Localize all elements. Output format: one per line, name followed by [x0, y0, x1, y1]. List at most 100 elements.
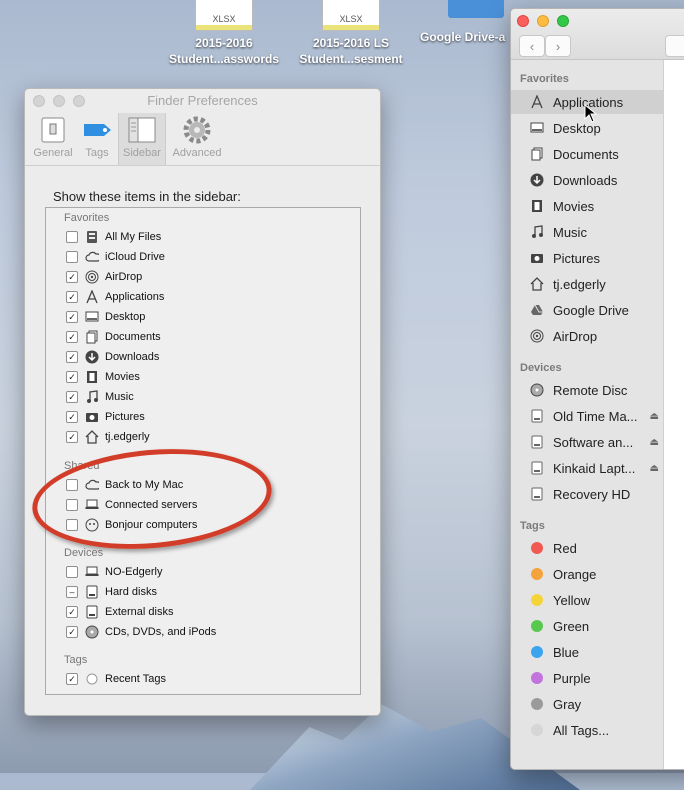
tag-color-dot-icon: [527, 542, 547, 554]
zoom-button[interactable]: [73, 95, 85, 107]
prefs-toolbar: General Tags Sidebar Advanced: [25, 113, 380, 166]
checkbox[interactable]: ✓: [66, 311, 78, 323]
sidebar-item-purple[interactable]: Purple: [511, 666, 663, 690]
pref-row-recent-tags[interactable]: ✓ Recent Tags: [66, 669, 166, 689]
sidebar-item-downloads[interactable]: Downloads: [511, 168, 663, 192]
tag-color-dot-icon: [527, 568, 547, 580]
eject-icon[interactable]: ⏏: [650, 463, 659, 474]
sidebar-item-google-drive[interactable]: Google Drive: [511, 298, 663, 322]
documents-icon: [85, 330, 99, 344]
tab-advanced[interactable]: Advanced: [167, 113, 227, 165]
pref-row-tj-edgerly[interactable]: ✓ tj.edgerly: [66, 427, 150, 447]
sidebar-item-blue[interactable]: Blue: [511, 640, 663, 664]
checkbox[interactable]: [66, 566, 78, 578]
pref-row-no-edgerly[interactable]: NO-Edgerly: [66, 562, 162, 582]
pref-row-icloud-drive[interactable]: iCloud Drive: [66, 247, 165, 267]
sidebar-item-remote-disc[interactable]: Remote Disc: [511, 378, 663, 402]
pref-row-label: Recent Tags: [105, 673, 166, 685]
downloads-icon: [85, 350, 99, 364]
minimize-button[interactable]: [53, 95, 65, 107]
sidebar-item-pictures[interactable]: Pictures: [511, 246, 663, 270]
google-drive-folder-label[interactable]: Google Drive-a: [420, 30, 505, 44]
pref-row-label: Pictures: [105, 411, 145, 423]
pref-row-applications[interactable]: ✓ Applications: [66, 287, 164, 307]
applications-icon: [527, 95, 547, 109]
checkbox[interactable]: [66, 231, 78, 243]
finder-sidebar: Favorites Applications Desktop Documents Do…: [511, 60, 664, 769]
checkbox[interactable]: ✓: [66, 371, 78, 383]
forward-button[interactable]: ›: [545, 35, 571, 57]
sidebar-item-all-tags[interactable]: All Tags...: [511, 718, 663, 742]
checkbox[interactable]: –: [66, 586, 78, 598]
tab-tags[interactable]: Tags: [77, 113, 117, 165]
pref-row-documents[interactable]: ✓ Documents: [66, 327, 161, 347]
pref-row-label: Music: [105, 391, 134, 403]
finder-titlebar[interactable]: ‹ ›: [511, 9, 684, 60]
pref-row-music[interactable]: ✓ Music: [66, 387, 134, 407]
sidebar-item-label: Documents: [553, 146, 619, 162]
pref-row-external-disks[interactable]: ✓ External disks: [66, 602, 173, 622]
sidebar-item-label: Movies: [553, 198, 595, 214]
eject-icon[interactable]: ⏏: [650, 411, 659, 422]
airdrop-icon: [527, 329, 547, 343]
sidebar-item-software-an[interactable]: Software an... ⏏: [511, 430, 663, 454]
tab-sidebar[interactable]: Sidebar: [118, 113, 166, 165]
sidebar-item-label: Red: [553, 540, 577, 556]
sidebar-item-green[interactable]: Green: [511, 614, 663, 638]
pref-row-cds-dvds-and-ipods[interactable]: ✓ CDs, DVDs, and iPods: [66, 622, 216, 642]
pref-row-hard-disks[interactable]: – Hard disks: [66, 582, 157, 602]
desktop-file-1[interactable]: XLSX 2015-2016 Student...asswords: [164, 0, 284, 67]
pref-row-downloads[interactable]: ✓ Downloads: [66, 347, 159, 367]
sidebar-item-gray[interactable]: Gray: [511, 692, 663, 716]
checkbox[interactable]: ✓: [66, 391, 78, 403]
checkbox[interactable]: ✓: [66, 606, 78, 618]
checkbox[interactable]: ✓: [66, 673, 78, 685]
sidebar-item-music[interactable]: Music: [511, 220, 663, 244]
sidebar-item-tj-edgerly[interactable]: tj.edgerly: [511, 272, 663, 296]
sidebar-item-old-time-ma[interactable]: Old Time Ma... ⏏: [511, 404, 663, 428]
sidebar-item-kinkaid-lapt[interactable]: Kinkaid Lapt... ⏏: [511, 456, 663, 480]
pref-row-all-my-files[interactable]: All My Files: [66, 227, 161, 247]
pref-row-airdrop[interactable]: ✓ AirDrop: [66, 267, 142, 287]
checkbox[interactable]: ✓: [66, 411, 78, 423]
sidebar-item-documents[interactable]: Documents: [511, 142, 663, 166]
checkbox[interactable]: ✓: [66, 331, 78, 343]
finder-content-area[interactable]: [664, 60, 684, 769]
back-button[interactable]: ‹: [519, 35, 545, 57]
minimize-button[interactable]: [537, 15, 549, 27]
sidebar-item-airdrop[interactable]: AirDrop: [511, 324, 663, 348]
tag-color-dot-icon: [527, 594, 547, 606]
close-button[interactable]: [517, 15, 529, 27]
zoom-button[interactable]: [557, 15, 569, 27]
sidebar-item-label: Downloads: [553, 172, 618, 188]
file-name-line1: 2015-2016: [195, 36, 253, 50]
sidebar-item-orange[interactable]: Orange: [511, 562, 663, 586]
google-drive-folder-icon[interactable]: [448, 0, 504, 18]
checkbox[interactable]: [66, 251, 78, 263]
checkbox[interactable]: ✓: [66, 626, 78, 638]
sidebar-section-devices: Devices: [520, 362, 562, 374]
sidebar-item-movies[interactable]: Movies: [511, 194, 663, 218]
pref-row-pictures[interactable]: ✓ Pictures: [66, 407, 145, 427]
prefs-titlebar[interactable]: Finder Preferences: [25, 89, 380, 113]
checkbox[interactable]: ✓: [66, 351, 78, 363]
pref-row-desktop[interactable]: ✓ Desktop: [66, 307, 145, 327]
checkbox[interactable]: ✓: [66, 431, 78, 443]
checkbox[interactable]: ✓: [66, 271, 78, 283]
movies-icon: [527, 199, 547, 213]
pref-row-movies[interactable]: ✓ Movies: [66, 367, 140, 387]
movies-icon: [85, 370, 99, 384]
checkbox[interactable]: ✓: [66, 291, 78, 303]
sidebar-item-label: Software an...: [553, 434, 634, 450]
documents-icon: [527, 147, 547, 161]
sidebar-item-red[interactable]: Red: [511, 536, 663, 560]
sidebar-item-recovery-hd[interactable]: Recovery HD: [511, 482, 663, 506]
desktop-file-2[interactable]: XLSX 2015-2016 LS Student...sesment: [291, 0, 411, 67]
eject-icon[interactable]: ⏏: [650, 437, 659, 448]
sidebar-item-label: Remote Disc: [553, 382, 628, 398]
sidebar-item-yellow[interactable]: Yellow: [511, 588, 663, 612]
tab-general[interactable]: General: [31, 113, 75, 165]
close-button[interactable]: [33, 95, 45, 107]
sidebar-item-label: Google Drive: [553, 302, 629, 318]
view-icon-button[interactable]: [665, 35, 684, 57]
